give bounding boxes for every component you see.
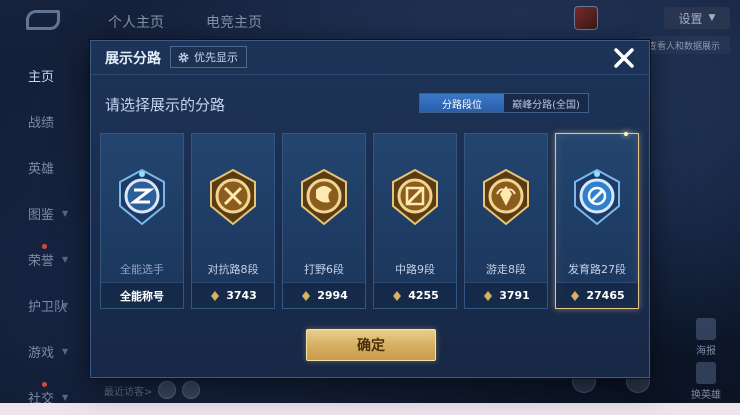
tab-peak-lane[interactable]: 巅峰分路(全国): [504, 94, 588, 112]
sidebar-item-home[interactable]: 主页: [0, 52, 84, 98]
lane-name: 中路9段: [395, 263, 435, 276]
jungle-badge-icon: [301, 168, 347, 226]
lane-points: 3743: [226, 289, 257, 302]
notification-dot: [42, 244, 47, 249]
lane-card-footer: 2994: [283, 282, 365, 308]
lane-card-footer: 全能称号: [101, 282, 183, 308]
lane-card-footer: 3743: [192, 282, 274, 308]
lane-name: 打野6段: [304, 263, 344, 276]
poster-label: 海报: [696, 346, 716, 357]
view-data-button[interactable]: 查看人和数据展示: [638, 36, 730, 54]
notification-dot: [42, 382, 47, 387]
points-icon: [211, 290, 220, 301]
avatar[interactable]: [574, 6, 598, 30]
tab-personal-home[interactable]: 个人主页: [108, 12, 164, 32]
lane-card-footer: 3791: [465, 282, 547, 308]
back-logo-icon[interactable]: [26, 10, 60, 30]
bottom-strip: [0, 403, 740, 415]
lane-name: 发育路27段: [568, 263, 626, 276]
dialog-subtitle: 请选择展示的分路: [105, 96, 226, 114]
clash-lane-badge-icon: [210, 168, 256, 226]
sidebar-item-label: 游戏: [28, 345, 55, 361]
chevron-down-icon: ▼: [62, 300, 69, 310]
sidebar-item-game[interactable]: 游戏 ▼: [0, 328, 84, 374]
dialog-title: 展示分路: [105, 51, 161, 67]
top-tabs: 个人主页 电竞主页: [108, 12, 262, 32]
visitor-avatar: [158, 381, 177, 399]
sidebar-item-label: 主页: [28, 69, 55, 85]
settings-label: 设置: [678, 11, 703, 26]
visitor-avatar: [182, 381, 201, 399]
lane-mode-toggle: 分路段位 巅峰分路(全国): [419, 93, 589, 113]
sidebar-item-label: 英雄: [28, 161, 55, 177]
sidebar-item-honor[interactable]: 荣誉 ▼: [0, 236, 84, 282]
settings-button[interactable]: 设置 ▼: [664, 7, 730, 29]
change-hero-icon: [696, 362, 716, 384]
change-hero-label: 换英雄: [691, 390, 721, 401]
chevron-down-icon: ▼: [62, 392, 69, 402]
lane-card-clash[interactable]: 对抗路8段 3743: [191, 133, 275, 309]
lane-name: 对抗路8段: [207, 263, 259, 276]
sidebar-item-heroes[interactable]: 英雄: [0, 144, 84, 190]
lane-card-farm[interactable]: 发育路27段 27465: [555, 132, 639, 309]
sidebar-item-label: 战绩: [28, 115, 55, 131]
lane-points: 2994: [317, 289, 348, 302]
sidebar-item-guard[interactable]: 护卫队 ▼: [0, 282, 84, 328]
sidebar-item-label: 荣誉: [28, 253, 55, 269]
sidebar: 主页 战绩 英雄 图鉴 ▼ 荣誉 ▼ 护卫队 ▼ 游戏 ▼ 社交 ▼: [0, 52, 84, 415]
poster-button[interactable]: 海报: [688, 318, 724, 357]
lane-name: 游走8段: [486, 263, 526, 276]
points-icon: [393, 290, 402, 301]
chevron-down-icon: ▼: [62, 208, 69, 218]
lane-card-jungle[interactable]: 打野6段 2994: [282, 133, 366, 309]
lane-name: 全能选手: [120, 263, 164, 276]
priority-display-label: 优先显示: [194, 51, 238, 64]
tab-lane-rank[interactable]: 分路段位: [420, 94, 504, 112]
lane-card-mid[interactable]: 中路9段 4255: [373, 133, 457, 309]
gear-icon: [178, 51, 189, 63]
top-right-bar: 设置 ▼: [574, 6, 730, 30]
sidebar-item-label: 图鉴: [28, 207, 55, 223]
chevron-down-icon: ▼: [62, 346, 69, 356]
lane-card-roam[interactable]: 游走8段 3791: [464, 133, 548, 309]
lane-card-footer: 4255: [374, 282, 456, 308]
chevron-down-icon: ▼: [708, 13, 716, 23]
farm-lane-badge-icon: [574, 168, 620, 226]
lane-points: 27465: [586, 289, 625, 302]
points-icon: [484, 290, 493, 301]
confirm-button[interactable]: 确定: [306, 329, 436, 361]
sidebar-item-collection[interactable]: 图鉴 ▼: [0, 190, 84, 236]
sidebar-item-record[interactable]: 战绩: [0, 98, 84, 144]
chevron-down-icon: ▼: [62, 254, 69, 264]
close-button[interactable]: [609, 43, 639, 73]
lane-display-dialog: 展示分路 优先显示 请选择展示的分路 分路段位 巅峰分路(全国) 全能选手 全能…: [90, 40, 650, 378]
lane-card-footer: 27465: [556, 282, 638, 308]
mid-lane-badge-icon: [392, 168, 438, 226]
dialog-header: 展示分路 优先显示: [91, 41, 649, 75]
lane-points: 4255: [408, 289, 439, 302]
lane-title-label: 全能称号: [120, 289, 164, 303]
recent-visitors-label: 最近访客>: [104, 386, 153, 398]
priority-display-button[interactable]: 优先显示: [170, 46, 247, 68]
change-hero-button[interactable]: 换英雄: [688, 362, 724, 401]
lane-card-list: 全能选手 全能称号 对抗路8段 3743 打野6段 2994 中路9段 4255…: [100, 132, 639, 309]
close-icon: [614, 48, 634, 68]
poster-icon: [696, 318, 716, 340]
recent-visitors[interactable]: 最近访客>: [104, 381, 201, 399]
allround-badge-icon: [119, 168, 165, 226]
tab-esports-home[interactable]: 电竞主页: [206, 12, 262, 32]
lane-points: 3791: [499, 289, 530, 302]
points-icon: [571, 290, 580, 301]
points-icon: [302, 290, 311, 301]
roam-badge-icon: [483, 168, 529, 226]
lane-card-allround[interactable]: 全能选手 全能称号: [100, 133, 184, 309]
